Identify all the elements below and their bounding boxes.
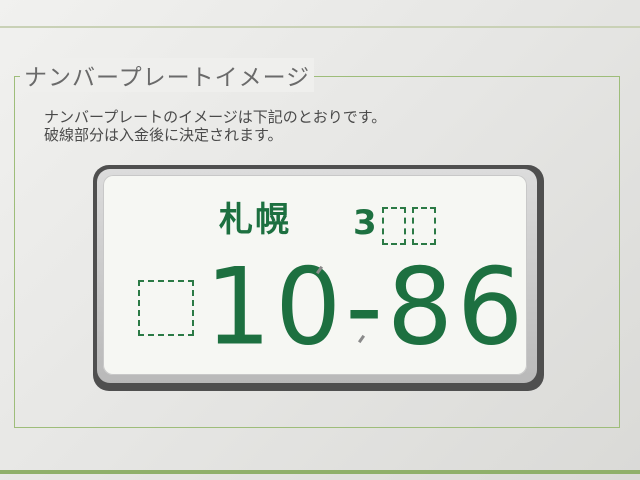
footer-divider [0,470,640,474]
plate-class-digit: 3 [353,203,377,243]
description-line-2: 破線部分は入金後に決定されます。 [44,126,283,144]
plate-region: 札幌 [219,200,291,240]
section-legend: ナンバープレートイメージ [20,58,315,92]
class-placeholder-box-2 [412,207,436,245]
header-divider [0,26,640,28]
description-line-1: ナンバープレートのイメージは下記のとおりです。 [44,108,387,126]
plate-number: 10-86 [205,244,528,370]
class-placeholder-box-1 [382,207,406,245]
hiragana-placeholder-box [138,280,194,336]
section-description: ナンバープレートのイメージは下記のとおりです。 破線部分は入金後に決定されます。 [44,108,386,144]
